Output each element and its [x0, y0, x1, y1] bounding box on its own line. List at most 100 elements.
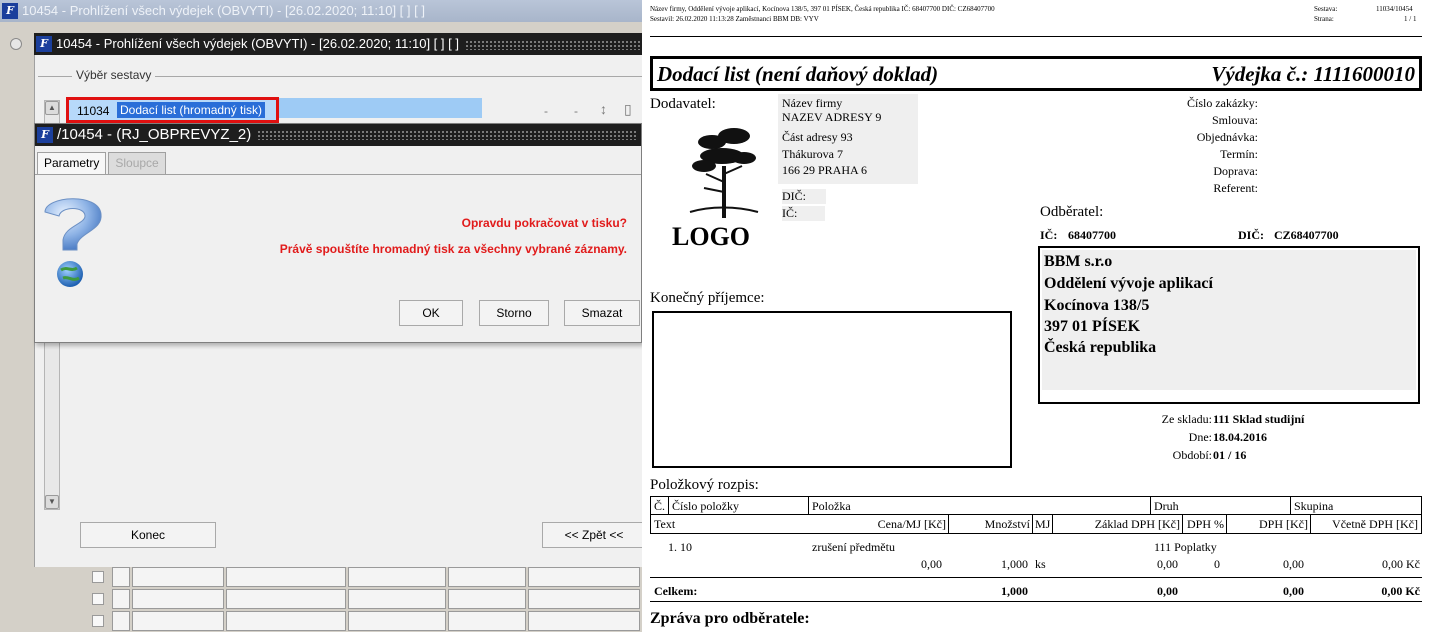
- title-bar-pattern: [257, 130, 638, 141]
- total-dph: 0,00: [1283, 584, 1304, 598]
- smazat-button[interactable]: Smazat: [564, 300, 640, 326]
- ok-button[interactable]: OK: [399, 300, 463, 326]
- grid-cell[interactable]: [528, 567, 640, 587]
- dne-label: Dne:: [1188, 430, 1212, 444]
- col-druh: Druh: [1154, 499, 1179, 513]
- item-mnozstvi: 1,000: [1001, 557, 1028, 571]
- grid-cell[interactable]: [448, 567, 526, 587]
- table-border: [1226, 514, 1227, 533]
- header-rule: [650, 36, 1422, 37]
- celkem-label: Celkem:: [654, 584, 698, 598]
- grid-cell[interactable]: [528, 611, 640, 631]
- dialog-tabs: Parametry Sloupce: [35, 152, 166, 174]
- customer-line: BBM s.r.o: [1044, 253, 1113, 270]
- grid-cell[interactable]: [348, 589, 446, 609]
- grid-cell[interactable]: [132, 589, 224, 609]
- supplier-line: Část adresy 93: [782, 130, 853, 144]
- confirm-print-dialog: F/10454 - (RJ_OBPREVYZ_2) Parametry Sloup…: [34, 123, 642, 343]
- col-dph-pct: DPH %: [1186, 517, 1224, 531]
- customer-line: 397 01 PÍSEK: [1044, 318, 1141, 335]
- konec-button[interactable]: Konec: [80, 522, 216, 548]
- grid-cell[interactable]: [226, 611, 346, 631]
- scroll-down-icon[interactable]: ▼: [45, 495, 59, 509]
- tab-sloupce[interactable]: Sloupce: [108, 152, 166, 174]
- row-checkbox[interactable]: [92, 593, 104, 605]
- col-c: Č.: [654, 499, 666, 513]
- report-list-row-selected[interactable]: 11034 Dodací list (hromadný tisk): [66, 97, 279, 123]
- customer-line: Kocínova 138/5: [1044, 297, 1150, 314]
- grid-cell[interactable]: [112, 589, 130, 609]
- table-border: [650, 533, 1422, 534]
- document-icon[interactable]: ▯: [624, 101, 632, 118]
- window-radio-icon[interactable]: [10, 38, 22, 50]
- tab-divider: [35, 174, 641, 175]
- grid-cell[interactable]: [132, 567, 224, 587]
- grid-cell[interactable]: [348, 567, 446, 587]
- referent-label: Referent:: [1213, 181, 1258, 195]
- sestava-label: Sestava:: [1314, 5, 1338, 13]
- fieldset-legend: Výběr sestavy: [72, 68, 156, 82]
- table-border: [1032, 514, 1033, 533]
- grid-cell[interactable]: [448, 611, 526, 631]
- logo-text: LOGO: [672, 222, 751, 251]
- dic-label: DIČ:: [1238, 228, 1264, 242]
- item-druh: 111 Poplatky: [1154, 540, 1217, 554]
- grid-cell[interactable]: [528, 589, 640, 609]
- inner-window-title: 10454 - Prohlížení všech výdejek (OBVYTI…: [56, 36, 459, 51]
- col-text: Text: [654, 517, 676, 531]
- total-vcetne-dph: 0,00 Kč: [1381, 584, 1420, 598]
- supplier-line: 166 29 PRAHA 6: [782, 163, 868, 177]
- item-vcetne-dph: 0,00 Kč: [1382, 557, 1420, 571]
- sort-arrows-icon[interactable]: ↕: [600, 101, 607, 117]
- row-checkbox[interactable]: [92, 571, 104, 583]
- total-rule: [650, 601, 1422, 602]
- strana-value: 1 / 1: [1404, 15, 1417, 23]
- polozkovy-rozpis-label: Položkový rozpis:: [650, 477, 759, 493]
- supplier-line: Název firmy: [782, 96, 843, 110]
- col-mnozstvi: Množství: [984, 517, 1030, 531]
- total-mnozstvi: 1,000: [1001, 584, 1028, 598]
- termin-label: Termín:: [1220, 147, 1258, 161]
- inner-window-title-bar[interactable]: F 10454 - Prohlížení všech výdejek (OBVYT…: [34, 33, 642, 55]
- table-border: [650, 514, 1422, 515]
- customer-line: Oddělení vývoje aplikací: [1044, 275, 1213, 292]
- col-skupina: Skupina: [1294, 499, 1334, 513]
- supplier-line: NAZEV ADRESY 9: [782, 110, 882, 124]
- grid-cell[interactable]: [226, 567, 346, 587]
- table-border: [808, 496, 809, 514]
- grid-cell[interactable]: [348, 611, 446, 631]
- final-recipient-box: [652, 311, 1012, 468]
- tab-parametry[interactable]: Parametry: [37, 152, 107, 174]
- report-number: 11034: [77, 104, 110, 118]
- item-dph-pct: 0: [1214, 557, 1220, 571]
- item-number: 1. 10: [668, 540, 692, 554]
- row-checkbox[interactable]: [92, 615, 104, 627]
- grid-cell[interactable]: [112, 567, 130, 587]
- outer-window-title-bar: F 10454 - Prohlížení všech výdejek (OBVYT…: [0, 0, 642, 22]
- grid-cell[interactable]: [132, 611, 224, 631]
- storno-button[interactable]: Storno: [479, 300, 549, 326]
- item-mj: ks: [1035, 557, 1046, 571]
- col-vcetne-dph: Včetně DPH [Kč]: [1332, 517, 1418, 531]
- row-tool-dash-2: -: [574, 104, 578, 118]
- obdobi-value: 01 / 16: [1213, 448, 1247, 462]
- table-border: [1421, 496, 1422, 533]
- delivery-note-preview: Název firmy, Oddělení vývoje aplikací, K…: [642, 0, 1436, 632]
- grid-cell[interactable]: [226, 589, 346, 609]
- confirm-question: Opravdu pokračovat v tisku?: [461, 216, 627, 230]
- customer-line: Česká republika: [1044, 339, 1157, 356]
- dialog-title: /10454 - (RJ_OBPREVYZ_2): [57, 126, 252, 143]
- app-icon: F: [37, 127, 53, 143]
- report-header-line-1: Název firmy, Oddělení vývoje aplikací, K…: [650, 5, 995, 13]
- scroll-up-icon[interactable]: ▲: [45, 101, 59, 115]
- grid-cell[interactable]: [448, 589, 526, 609]
- total-rule: [650, 577, 1422, 578]
- dialog-title-bar[interactable]: F/10454 - (RJ_OBPREVYZ_2): [35, 124, 641, 146]
- zpet-button[interactable]: << Zpět <<: [542, 522, 642, 548]
- konecny-prijemce-label: Konečný příjemce:: [650, 290, 765, 306]
- ze-skladu-value: 111 Sklad studijní: [1213, 412, 1305, 426]
- grid-cell[interactable]: [112, 611, 130, 631]
- sestava-value: 11034/10454: [1376, 5, 1413, 13]
- item-name: zrušení předmětu: [812, 540, 895, 554]
- outer-window-title: 10454 - Prohlížení všech výdejek (OBVYTI…: [22, 3, 425, 18]
